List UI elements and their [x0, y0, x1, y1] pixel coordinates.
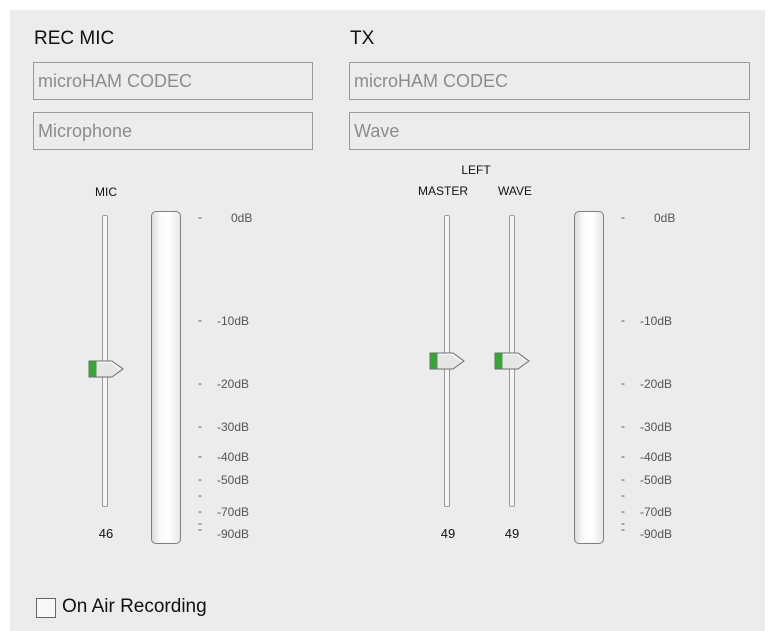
scale-label: -90dB [217, 527, 250, 541]
master-slider-label: MASTER [417, 184, 468, 198]
tx-channel-label: LEFT [461, 163, 491, 177]
tx-level-meter [574, 211, 604, 544]
scale-label: -40dB [640, 450, 673, 464]
wave-slider-label: WAVE [497, 184, 532, 198]
scale-label: -50dB [217, 473, 250, 487]
scale-label: -30dB [640, 420, 673, 434]
wave-slider-value: 49 [504, 526, 520, 541]
mic-slider-value: 46 [98, 526, 114, 541]
on-air-recording-label[interactable]: On Air Recording [62, 596, 207, 618]
rec-level-meter [151, 211, 181, 544]
scale-label: -70dB [640, 505, 673, 519]
scale-label: -40dB [217, 450, 250, 464]
wave-slider-thumb[interactable] [494, 352, 530, 370]
master-slider-thumb[interactable] [429, 352, 465, 370]
tx-device-field[interactable]: microHAM CODEC [349, 62, 750, 100]
scale-label: -20dB [217, 377, 250, 391]
rec-mic-title: REC MIC [34, 28, 115, 49]
rec-mic-device-field[interactable]: microHAM CODEC [33, 62, 313, 100]
mic-slider-thumb[interactable] [88, 360, 124, 378]
on-air-recording-checkbox[interactable] [36, 598, 56, 618]
scale-label: -50dB [640, 473, 673, 487]
scale-label: -10dB [217, 314, 250, 328]
mic-slider-label: MIC [95, 185, 117, 199]
scale-label: 0dB [654, 211, 676, 225]
tx-title: TX [350, 28, 375, 49]
scale-label: -20dB [640, 377, 673, 391]
master-slider-value: 49 [440, 526, 456, 541]
scale-label: -70dB [217, 505, 250, 519]
scale-label: -90dB [640, 527, 673, 541]
scale-label: 0dB [231, 211, 253, 225]
scale-label: -10dB [640, 314, 673, 328]
rec-mic-line-field[interactable]: Microphone [33, 112, 313, 150]
tx-line-field[interactable]: Wave [349, 112, 750, 150]
scale-label: -30dB [217, 420, 250, 434]
